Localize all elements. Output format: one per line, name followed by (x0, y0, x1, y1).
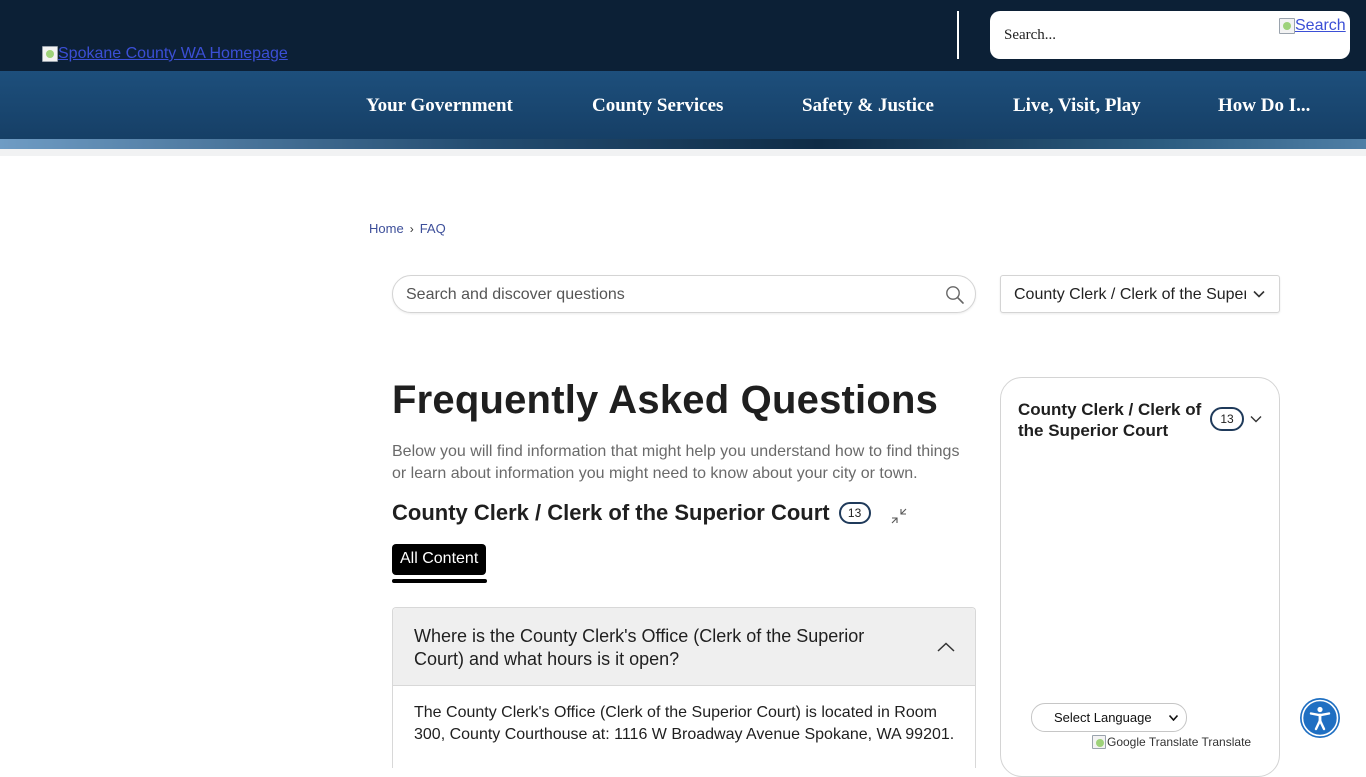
decorative-stripe (0, 139, 1366, 149)
header-divider (957, 11, 959, 59)
nav-item-live-visit-play[interactable]: Live, Visit, Play (1013, 95, 1141, 117)
faq-question-text: Where is the County Clerk's Office (Cler… (414, 626, 865, 669)
faq-answer-text: The County Clerk's Office (Clerk of the … (414, 704, 955, 743)
chevron-up-icon (937, 642, 955, 652)
broken-image-icon (42, 46, 58, 62)
faq-accordion: Where is the County Clerk's Office (Cler… (392, 607, 976, 768)
main-nav: Your Government County Services Safety &… (0, 71, 1366, 139)
accessibility-button[interactable] (1300, 698, 1340, 738)
site-search-button[interactable]: Search (1279, 17, 1346, 35)
google-translate-credit[interactable]: Google Translate Translate (1092, 735, 1251, 749)
logo-alt-text: Spokane County WA Homepage (58, 45, 288, 62)
category-dropdown[interactable]: County Clerk / Clerk of the Superior Cou… (1000, 275, 1280, 313)
google-translate-text: Google Translate Translate (1107, 735, 1252, 749)
search-icon[interactable] (945, 285, 965, 305)
category-heading: County Clerk / Clerk of the Superior Cou… (392, 500, 871, 526)
faq-search-input[interactable] (406, 285, 926, 305)
page-intro: Below you will find information that mig… (392, 443, 960, 482)
page-title: Frequently Asked Questions (392, 378, 939, 422)
category-count-badge: 13 (838, 502, 871, 524)
broken-image-icon (1092, 735, 1106, 749)
category-heading-text: County Clerk / Clerk of the Superior Cou… (392, 500, 830, 525)
faq-question-header[interactable]: Where is the County Clerk's Office (Cler… (393, 608, 975, 686)
collapse-arrows-icon[interactable] (889, 506, 909, 526)
county-logo-link[interactable]: Spokane County WA Homepage (42, 45, 288, 63)
breadcrumb: Home › FAQ (369, 221, 446, 236)
language-select-value: Select Language (1054, 710, 1152, 725)
search-button-label: Search (1295, 17, 1346, 34)
accessibility-icon (1301, 699, 1339, 737)
broken-image-icon (1279, 18, 1295, 34)
nav-item-safety-justice[interactable]: Safety & Justice (802, 95, 934, 117)
breadcrumb-home[interactable]: Home (369, 221, 404, 236)
chevron-down-icon (1253, 290, 1265, 298)
breadcrumb-current[interactable]: FAQ (420, 221, 446, 236)
faq-search (392, 275, 976, 313)
tab-all-content[interactable]: All Content (392, 544, 487, 575)
language-select[interactable]: Select Language (1031, 703, 1187, 732)
breadcrumb-separator: › (409, 221, 414, 236)
sidebar-count-badge: 13 (1210, 407, 1244, 431)
sidebar-category-title[interactable]: County Clerk / Clerk of the Superior Cou… (1018, 399, 1214, 441)
nav-item-county-services[interactable]: County Services (592, 95, 723, 117)
category-dropdown-value: County Clerk / Clerk of the Superior Cou… (1014, 286, 1246, 303)
decorative-stripe-light (0, 149, 1366, 156)
top-header: Spokane County WA Homepage Search (0, 0, 1366, 71)
nav-item-how-do-i[interactable]: How Do I... (1218, 95, 1310, 117)
site-search-input[interactable] (1004, 23, 1274, 47)
nav-item-your-government[interactable]: Your Government (366, 95, 513, 117)
tab-active-indicator (392, 579, 487, 583)
chevron-down-icon[interactable] (1250, 415, 1262, 423)
site-search: Search (990, 11, 1350, 59)
chevron-down-icon (1169, 715, 1178, 721)
